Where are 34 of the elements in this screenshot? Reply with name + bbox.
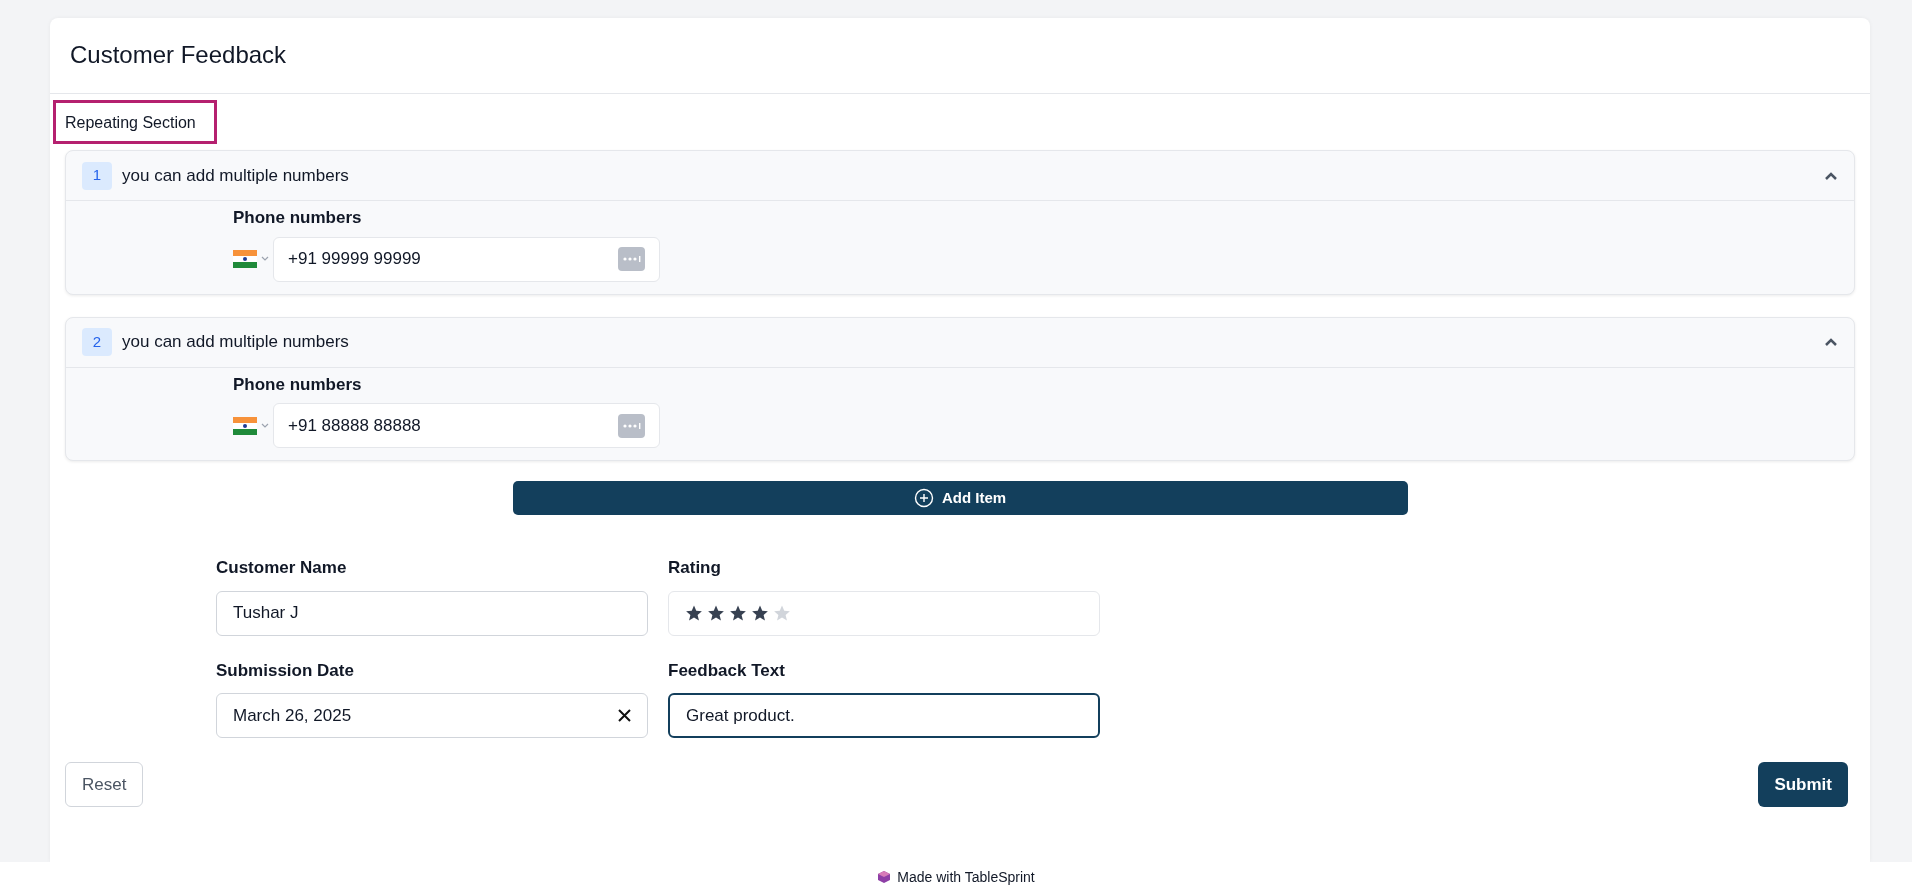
add-item-button[interactable]: Add Item (512, 481, 1408, 515)
field-label: Rating (668, 557, 721, 579)
star-icon[interactable] (773, 604, 791, 622)
item-title: you can add multiple numbers (122, 331, 349, 354)
field-label: Submission Date (216, 659, 354, 682)
phone-input-field[interactable]: +91 88888 88888 (273, 403, 660, 448)
clear-icon[interactable] (618, 709, 631, 722)
section-label: Repeating Section (53, 100, 217, 144)
field-label: Phone numbers (233, 373, 362, 396)
submit-button[interactable]: Submit (1758, 762, 1848, 807)
field-label: Feedback Text (668, 659, 785, 682)
cube-icon (877, 870, 892, 884)
date-input-field[interactable]: March 26, 2025 (216, 693, 648, 738)
star-icon[interactable] (707, 604, 725, 622)
star-icon[interactable] (729, 604, 747, 622)
phone-input-field[interactable]: +91 99999 99999 (273, 236, 660, 282)
plus-circle-icon (913, 488, 934, 508)
star-icon[interactable] (685, 604, 703, 622)
chevron-up-icon[interactable] (1824, 170, 1838, 181)
item-title: you can add multiple numbers (122, 164, 349, 187)
field-label: Phone numbers (233, 207, 362, 229)
flag-icon (233, 250, 257, 268)
star-icon[interactable] (751, 604, 769, 622)
item-number: 1 (82, 161, 112, 190)
rating-field[interactable] (668, 590, 1100, 636)
form-title: Customer Feedback (70, 41, 287, 70)
reset-button[interactable]: Reset (65, 762, 144, 807)
flag-icon (233, 416, 257, 435)
text-input-field[interactable]: Tushar J (216, 590, 648, 636)
field-label: Customer Name (216, 557, 347, 579)
footer-text: Made with TableSprint (897, 867, 1035, 887)
chevron-up-icon[interactable] (1824, 337, 1838, 347)
text-input-field[interactable]: Great product. (668, 693, 1100, 738)
item-number: 2 (82, 328, 112, 356)
